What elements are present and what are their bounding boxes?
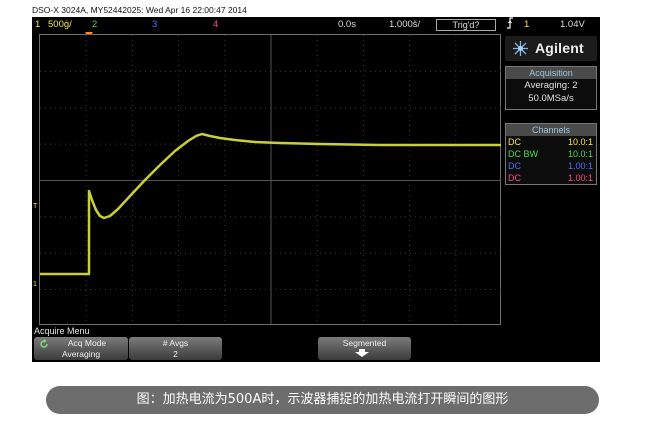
trigger-source[interactable]: 1	[524, 17, 529, 33]
status-bar: 1 500ġ/ 2 3 4 0.0s 1.000š/ Trig'd? 1 1.0…	[32, 17, 600, 33]
right-info-panel: Agilent Acquisition Averaging: 2 50.0MSa…	[501, 33, 600, 325]
ch4-label[interactable]: 4	[213, 17, 218, 33]
segmented-softkey[interactable]: Segmented	[318, 337, 411, 360]
waveform-graticule	[39, 34, 502, 326]
device-info-line: DSO-X 3024A, MY52442025: Wed Apr 16 22:0…	[32, 3, 600, 17]
channels-title: Channels	[506, 124, 596, 136]
num-avgs-label: # Avgs	[162, 338, 189, 348]
channel-row: DC 1.00:1	[508, 161, 593, 171]
num-avgs-value: 2	[173, 349, 178, 359]
ch2-label[interactable]: 2	[92, 17, 97, 33]
ch1-scale[interactable]: 500ġ/	[48, 17, 72, 33]
acquisition-title: Acquisition	[506, 67, 596, 79]
ground-marker: 1	[33, 281, 37, 288]
oscilloscope-screen: 1 500ġ/ 2 3 4 0.0s 1.000š/ Trig'd? 1 1.0…	[32, 17, 600, 362]
channel-row: DC BW 10.0:1	[508, 149, 593, 159]
down-arrow-icon	[355, 349, 369, 357]
refresh-icon	[40, 339, 48, 348]
menu-title: Acquire Menu	[32, 325, 600, 337]
num-avgs-softkey[interactable]: # Avgs 2	[129, 337, 222, 360]
channels-box[interactable]: Channels DC 10.0:1 DC BW 10.0:1 DC 1.00:…	[505, 123, 597, 185]
time-delay[interactable]: 0.0s	[338, 17, 356, 33]
trigger-level-marker: T	[33, 203, 38, 210]
waveform-plot	[40, 35, 502, 326]
channel-row: DC 1.00:1	[508, 173, 593, 183]
agilent-spark-icon	[513, 41, 528, 56]
brand-name: Agilent	[535, 40, 584, 56]
trigger-level[interactable]: 1.04V	[560, 17, 585, 33]
acq-mode-value: Averaging	[61, 349, 101, 359]
time-scale[interactable]: 1.000š/	[389, 17, 420, 33]
figure-caption: 图：加热电流为500A时，示波器捕捉的加热电流打开瞬间的图形	[46, 386, 599, 414]
ch1-label[interactable]: 1	[35, 17, 40, 33]
sample-rate: 50.0MSa/s	[528, 93, 574, 104]
acquisition-box[interactable]: Acquisition Averaging: 2 50.0MSa/s	[505, 66, 597, 110]
segmented-label: Segmented	[342, 338, 387, 348]
acq-mode-softkey[interactable]: Acq Mode Averaging	[34, 337, 128, 360]
ch3-label[interactable]: 3	[152, 17, 157, 33]
channel-row: DC 10.0:1	[508, 137, 593, 147]
trigger-status: Trig'd?	[436, 19, 496, 31]
acquisition-mode: Averaging: 2	[524, 80, 578, 91]
brand-logo: Agilent	[505, 36, 597, 61]
